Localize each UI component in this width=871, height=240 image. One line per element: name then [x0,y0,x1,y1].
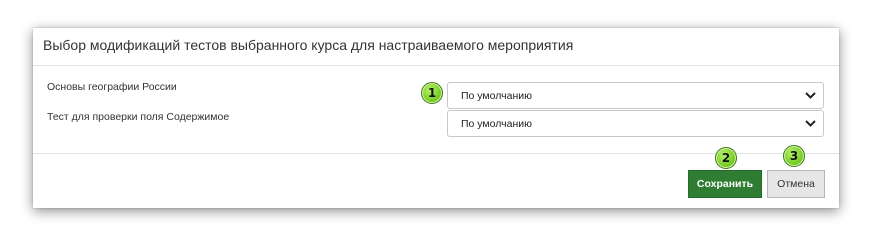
annotation-badge-2: 2 [715,147,737,169]
modal-dialog: Выбор модификаций тестов выбранного курс… [33,28,839,208]
annotation-badge-1: 1 [421,82,443,104]
annotation-badge-3: 3 [783,145,805,167]
test-modification-select-content[interactable]: По умолчанию [447,110,824,137]
chevron-down-icon [805,120,816,127]
dialog-header: Выбор модификаций тестов выбранного курс… [33,28,839,66]
select-value: По умолчанию [461,118,533,130]
cancel-button[interactable]: Отмена [767,170,825,198]
test-modification-select-geography[interactable]: По умолчанию [447,82,824,109]
chevron-down-icon [805,92,816,99]
save-button[interactable]: Сохранить [688,170,762,198]
row-label-content-test: Тест для проверки поля Содержимое [47,111,230,123]
dialog-title: Выбор модификаций тестов выбранного курс… [43,37,574,53]
row-label-geography: Основы географии России [47,81,177,93]
select-value: По умолчанию [461,90,533,102]
